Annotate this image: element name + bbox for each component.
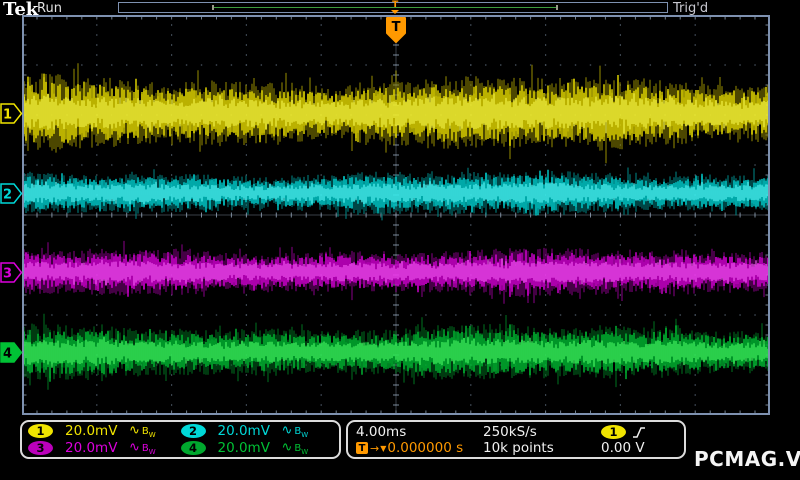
channel-2-badge: 2	[180, 424, 206, 439]
record-view-left-bracket	[212, 5, 215, 10]
record-view-bar: T	[118, 1, 668, 14]
record-view-trigger-icon: T	[391, 1, 400, 14]
channel-4-position-marker: 4	[0, 341, 23, 363]
trigger-position-value: 0.000000 s	[387, 440, 464, 456]
record-view-right-bracket	[556, 5, 559, 10]
channel-readout-box: 1 20.0mV ∿ BW 2 20.0mV ∿ BW 3 20.0mV ∿ BW 4…	[20, 420, 341, 459]
svg-text:2: 2	[3, 187, 12, 202]
rising-edge-icon	[633, 426, 645, 438]
channel-4-readout: 4 20.0mV ∿ BW	[180, 439, 334, 457]
channel-1-badge: 1	[28, 424, 53, 439]
trigger-readout-box: 4.00ms 250kS/s 1 T → ▼ 0.000000 s 10k po…	[346, 420, 686, 459]
svg-text:3: 3	[3, 266, 12, 281]
sample-rate: 250kS/s	[483, 424, 537, 440]
channel-2-scale: 20.0mV	[217, 423, 270, 440]
channel-1-scale: 20.0mV	[65, 423, 118, 440]
channel-4-badge: 4	[180, 440, 206, 455]
svg-text:4: 4	[3, 346, 12, 361]
channel-3-position-marker: 3	[0, 261, 23, 283]
horizontal-scale: 4.00ms	[356, 424, 407, 440]
oscilloscope-screen: Tek Run T Trig'd T 1234 1 20.0mV ∿ BW 2 2…	[0, 0, 800, 480]
acquisition-status: Run	[37, 1, 62, 16]
channel-2-position-marker: 2	[0, 182, 23, 204]
record-view-window	[212, 7, 558, 8]
channel-2-readout: 2 20.0mV ∿ BW	[180, 423, 334, 440]
ac-coupling-bandwidth-icon: ∿ BW	[281, 439, 309, 456]
down-triangle-icon: ▼	[380, 443, 387, 453]
trigger-status: Trig'd	[673, 1, 709, 16]
svg-text:1: 1	[3, 107, 12, 122]
ac-coupling-bandwidth-icon: ∿ BW	[129, 423, 156, 440]
trigger-source-badge: 1	[601, 425, 626, 439]
arrow-icon: →	[370, 441, 380, 455]
record-length: 10k points	[483, 440, 554, 456]
trigger-level: 0.00 V	[601, 440, 645, 456]
ac-coupling-bandwidth-icon: ∿ BW	[129, 439, 156, 456]
channel-3-badge: 3	[28, 440, 53, 455]
channel-1-position-marker: 1	[0, 102, 23, 124]
channel-1-readout: 1 20.0mV ∿ BW	[28, 423, 181, 440]
trigger-t-icon: T	[356, 442, 368, 454]
trigger-position: T → ▼ 0.000000 s	[356, 440, 483, 456]
channel-3-readout: 3 20.0mV ∿ BW	[28, 440, 181, 457]
graticule	[22, 15, 770, 415]
channel-4-scale: 20.0mV	[217, 439, 270, 456]
channel-3-scale: 20.0mV	[65, 439, 118, 456]
trigger-position-marker-icon: T	[386, 17, 406, 43]
watermark: PCMAG.VN	[694, 447, 800, 471]
ac-coupling-bandwidth-icon: ∿ BW	[281, 423, 309, 440]
svg-text:T: T	[392, 20, 401, 35]
